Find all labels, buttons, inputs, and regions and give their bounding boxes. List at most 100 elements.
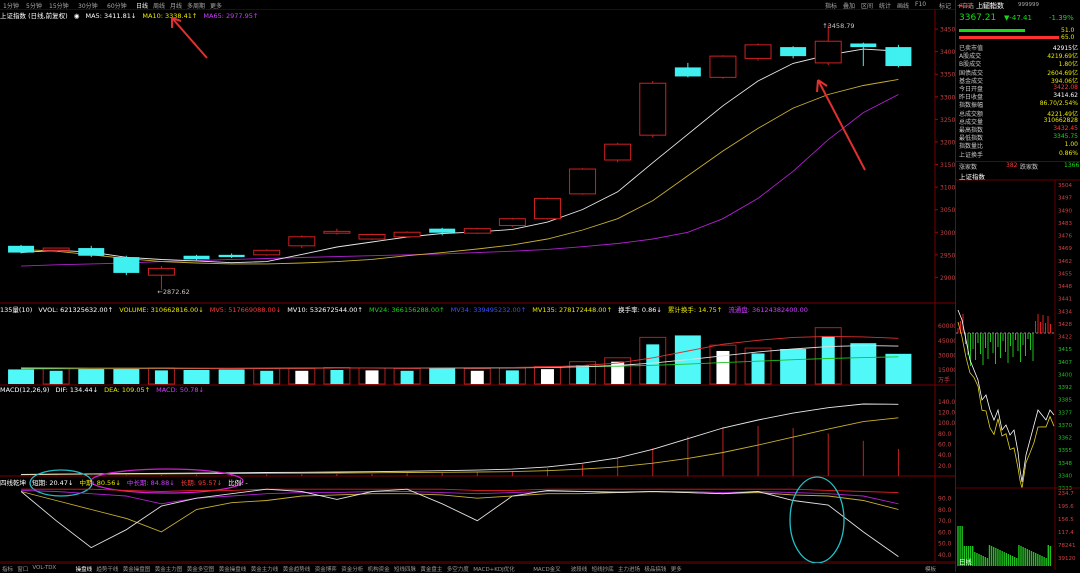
macd-tick-label: 140.0 [938, 399, 955, 406]
dif-line [21, 403, 899, 475]
up-count: 382 [1006, 162, 1018, 169]
mv24-value: MV24: 366156288.00↑ [368, 306, 445, 314]
quote-stats-list: 已卖市值 42915亿 A股成交 4219.69亿 B股成交 1.80亿 国债成交 2604.… [956, 43, 1080, 163]
mini-price-tick: 3504 [1058, 183, 1072, 189]
stat-row: 昨日收盘 3414.62 [959, 92, 1078, 101]
volume-bar [646, 344, 660, 384]
macd-tick-label: 100.0 [938, 420, 955, 427]
macd-tick-label: 20.0 [938, 463, 952, 470]
price-tick-label: 3200 [940, 139, 955, 146]
mini-vol-tick: 39120 [1058, 556, 1076, 562]
mini-price-tick: 3490 [1058, 208, 1072, 214]
volume-bar [183, 369, 210, 384]
stat-value: 1.00 [1064, 141, 1078, 149]
mini-price-tick: 3448 [1058, 284, 1072, 290]
price-tick-label: 3450 [940, 27, 955, 34]
candle-body [429, 228, 456, 233]
candle-body [113, 257, 140, 273]
candle-body [744, 44, 772, 59]
candle-body [78, 248, 105, 256]
volume-bar [850, 343, 877, 384]
macd-panel-header: MACD(12,26,9) DIF: 134.44↓ DEA: 109.05↑ … [0, 386, 955, 395]
mini-price-tick: 3483 [1058, 221, 1072, 227]
mini-price-tick: 3476 [1058, 234, 1072, 240]
stat-value: 86.70/2.54% [1039, 100, 1078, 108]
mini-price-tick: 3415 [1058, 347, 1072, 353]
stat-value: 310662828 [1043, 116, 1078, 124]
index-code: 999999 [1018, 2, 1039, 8]
candle-body [323, 230, 351, 234]
mini-price-tick: 3370 [1058, 423, 1072, 429]
mini-price-tick: 3434 [1058, 309, 1072, 315]
volume-bar [78, 367, 105, 384]
stat-row: 指数量比 1.00 [959, 141, 1078, 150]
macd-tick-label: 120.0 [938, 410, 955, 417]
stat-row: B股成交 1.80亿 [959, 59, 1078, 68]
stat-value: 3422.08 [1053, 84, 1078, 91]
stat-row: 基金成交 394.06亿 [959, 76, 1078, 85]
fourline-tick-label: 50.0 [938, 541, 952, 548]
volume-tick-label: 45000 [938, 338, 955, 345]
ma5-line [21, 48, 899, 264]
candle-body [814, 40, 842, 64]
ma65-line [21, 94, 899, 267]
stat-row: 上证换手 0.86% [959, 150, 1078, 159]
short-term-value: 短期: 20.47↓ [32, 479, 74, 487]
mini-price-tick: 3441 [1058, 297, 1072, 303]
candle-body [850, 43, 877, 48]
mv5-value: MV5: 517669088.00↓ [209, 306, 282, 314]
dea-line [21, 417, 899, 476]
price-tick-label: 3050 [940, 207, 955, 214]
ratio-2: 65.0 [1061, 34, 1075, 41]
mv24-line [21, 356, 899, 370]
macd-value: MACD: 50.78↓ [156, 386, 204, 394]
fourline-tick-label: 60.0 [938, 529, 952, 536]
mini-vol-tick: 195.6 [1058, 504, 1074, 510]
stat-value: 3432.45 [1053, 125, 1078, 132]
mini-price-tick: 3348 [1058, 461, 1072, 467]
mini-vol-tick: 234.7 [1058, 491, 1074, 497]
volume-bar [8, 369, 35, 384]
vol-indicator-label[interactable]: 135量(10) [0, 306, 32, 314]
volume-bar [751, 353, 765, 384]
fourline-tick-label: 70.0 [938, 518, 952, 525]
mini-price-tick: 3362 [1058, 436, 1072, 442]
volume-bar [260, 370, 274, 384]
weibi-bar-red [959, 36, 1059, 39]
last-price: 3367.21 [959, 13, 997, 23]
volume-tick-label: 60000 [938, 323, 955, 330]
candle-body [709, 55, 737, 78]
mini-price-tick: 3340 [1058, 473, 1072, 479]
fourline-panel-header: 四线乾坤 短期: 20.47↓ 中期: 80.56↓ 中长期: 84.88↓ 长… [0, 477, 955, 487]
volume-tick-label: 15000 [938, 367, 955, 374]
float-shares-value: 流通盘: 36124382400.00 [728, 306, 808, 314]
candle-body [498, 218, 526, 226]
panel-mode-icons[interactable]: ⊕ ⊖ [959, 2, 971, 9]
volume-bar [505, 370, 519, 384]
mini-vol-tick: 156.5 [1058, 517, 1074, 523]
fourline-tick-label: 80.0 [938, 507, 952, 514]
fourline-indicator-label[interactable]: 四线乾坤 [0, 479, 26, 487]
volume-tick-label: 30000 [938, 352, 955, 359]
mv10-value: MV10: 532672544.00↑ [287, 306, 363, 314]
price-tick-label: 3000 [940, 230, 955, 237]
macd-indicator-label[interactable]: MACD(12,26,9) [0, 386, 49, 394]
volume-bar [429, 367, 456, 384]
price-tick-label: 3100 [940, 185, 955, 192]
advance-decline-row: 涨家数 382 跌家数 1366 [956, 161, 1080, 171]
volume-bar [576, 365, 590, 384]
candle-body [463, 228, 491, 234]
volume-value: VOLUME: 310662816.00↓ [119, 306, 204, 314]
volume-bar [540, 369, 554, 384]
weibi-bar-green [959, 29, 1025, 32]
candle-body [183, 255, 210, 260]
mini-price-tick: 3455 [1058, 271, 1072, 277]
mv135-value: MV135: 278172448.00↑ [532, 306, 613, 314]
stat-label: 上证换手 [959, 151, 984, 159]
mv10-line [21, 345, 899, 369]
intraday-mini-chart: 3504 3497 3490 3483 3476 3469 3462 3455 3448 3441… [956, 179, 1080, 570]
turnover-value: 换手率: 0.86↓ [618, 306, 662, 314]
indicator-tab-2[interactable]: VOL-TDX [32, 565, 56, 571]
volume-bar [780, 349, 807, 384]
mini-tab-daily[interactable]: 日线 [959, 556, 972, 566]
